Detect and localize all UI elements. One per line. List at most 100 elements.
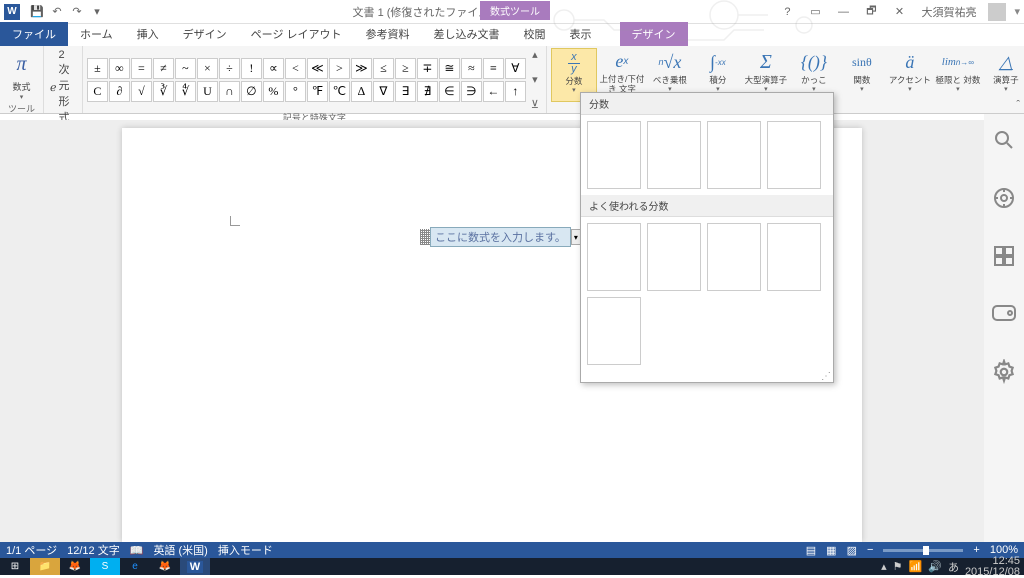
insert-mode[interactable]: 挿入モード <box>218 542 273 558</box>
symbol-button[interactable]: × <box>197 58 218 79</box>
language[interactable]: 英語 (米国) <box>153 542 207 558</box>
maximize-icon[interactable]: 🗗 <box>861 3 881 21</box>
minimize-icon[interactable]: — <box>833 3 853 21</box>
redo-icon[interactable]: ↷ <box>70 5 84 19</box>
tab-view[interactable]: 表示 <box>558 22 604 46</box>
symbol-button[interactable]: ± <box>87 58 108 79</box>
zoom-in-icon[interactable]: + <box>973 544 979 556</box>
fraction-template[interactable] <box>587 121 641 189</box>
tray-up-icon[interactable]: ▴ <box>881 560 887 573</box>
symbol-button[interactable]: ≫ <box>351 58 372 79</box>
symbol-button[interactable]: ∆ <box>351 81 372 102</box>
symbol-button[interactable]: ∇ <box>373 81 394 102</box>
tab-mailings[interactable]: 差し込み文書 <box>422 22 512 46</box>
fraction-template[interactable] <box>647 223 701 291</box>
tab-file[interactable]: ファイル <box>0 22 68 46</box>
symbol-button[interactable]: ↑ <box>505 81 526 102</box>
clock-date[interactable]: 2015/12/08 <box>965 566 1020 578</box>
tab-home[interactable]: ホーム <box>68 22 125 46</box>
qat-more-icon[interactable]: ▾ <box>90 5 104 19</box>
gallery-resize-icon[interactable]: ⋰ <box>581 371 833 382</box>
symbol-button[interactable]: ~ <box>175 58 196 79</box>
symbol-button[interactable]: ℃ <box>329 81 350 102</box>
tray-volume-icon[interactable]: 🔊 <box>928 560 942 573</box>
taskbar-explorer[interactable]: 📁 <box>30 558 60 575</box>
fraction-template[interactable] <box>707 121 761 189</box>
tray-ime-icon[interactable]: あ <box>948 559 959 575</box>
symbol-button[interactable]: ÷ <box>219 58 240 79</box>
zoom-out-icon[interactable]: − <box>867 544 873 556</box>
symbol-button[interactable]: ∀ <box>505 58 526 79</box>
page-count[interactable]: 1/1 ページ <box>6 542 57 558</box>
symbol-button[interactable]: ∓ <box>417 58 438 79</box>
tray-flag-icon[interactable]: ⚑ <box>893 560 903 573</box>
tab-insert[interactable]: 挿入 <box>125 22 171 46</box>
symbol-button[interactable]: ≪ <box>307 58 328 79</box>
tray-network-icon[interactable]: 📶 <box>909 560 923 573</box>
settings-icon[interactable] <box>990 358 1018 386</box>
view-read-icon[interactable]: ▤ <box>806 544 816 557</box>
symbol-button[interactable]: ≡ <box>483 58 504 79</box>
symbol-button[interactable]: ∂ <box>109 81 130 102</box>
symbol-button[interactable]: ∛ <box>153 81 174 102</box>
symbols-more-icon[interactable]: ⊻ <box>531 98 539 111</box>
share-icon[interactable] <box>990 184 1018 212</box>
symbol-button[interactable]: ∄ <box>417 81 438 102</box>
start-button[interactable]: ⊞ <box>0 558 30 575</box>
taskbar-firefox2[interactable]: 🦊 <box>150 558 180 575</box>
fraction-template[interactable] <box>587 223 641 291</box>
symbol-button[interactable]: ≅ <box>439 58 460 79</box>
taskbar-word[interactable]: W <box>180 558 210 575</box>
symbol-button[interactable]: ! <box>241 58 262 79</box>
help-icon[interactable]: ? <box>777 3 797 21</box>
symbols-row-down-icon[interactable]: ▾ <box>532 73 538 86</box>
fraction-template[interactable] <box>647 121 701 189</box>
user-menu-icon[interactable]: ▾ <box>1014 5 1020 18</box>
symbol-button[interactable]: ∃ <box>395 81 416 102</box>
symbol-button[interactable]: ∞ <box>109 58 130 79</box>
spellcheck-icon[interactable]: 📖 <box>130 544 144 557</box>
device-icon[interactable] <box>990 300 1018 328</box>
symbol-button[interactable]: ∝ <box>263 58 284 79</box>
equation-move-handle[interactable] <box>420 229 430 245</box>
undo-icon[interactable]: ↶ <box>50 5 64 19</box>
equation-button[interactable]: π数式▾ <box>4 48 39 102</box>
limit-button[interactable]: limn→∞極限と 対数▾ <box>935 48 981 102</box>
tab-layout[interactable]: ページ レイアウト <box>239 22 354 46</box>
symbol-button[interactable]: < <box>285 58 306 79</box>
symbol-button[interactable]: U <box>197 81 218 102</box>
tab-design0[interactable]: デザイン <box>171 22 239 46</box>
fraction-template[interactable] <box>767 121 821 189</box>
symbol-button[interactable]: ≠ <box>153 58 174 79</box>
user-name[interactable]: 大須賀祐亮 <box>917 4 980 20</box>
fraction-template[interactable] <box>767 223 821 291</box>
taskbar-firefox[interactable]: 🦊 <box>60 558 90 575</box>
symbol-button[interactable]: ≈ <box>461 58 482 79</box>
symbol-button[interactable]: ∋ <box>461 81 482 102</box>
fraction-template[interactable] <box>707 223 761 291</box>
close-icon[interactable]: ✕ <box>889 3 909 21</box>
symbol-button[interactable]: √ <box>131 81 152 102</box>
symbol-button[interactable]: ∩ <box>219 81 240 102</box>
equation-placeholder[interactable]: ここに数式を入力します。 <box>430 227 571 247</box>
taskbar-ie[interactable]: e <box>120 558 150 575</box>
symbol-button[interactable]: ∜ <box>175 81 196 102</box>
tab-review[interactable]: 校閲 <box>512 22 558 46</box>
symbol-button[interactable]: ∈ <box>439 81 460 102</box>
symbol-button[interactable]: ≥ <box>395 58 416 79</box>
symbol-button[interactable]: = <box>131 58 152 79</box>
symbol-button[interactable]: ← <box>483 81 504 102</box>
save-icon[interactable]: 💾 <box>30 5 44 19</box>
view-print-icon[interactable]: ▦ <box>826 544 836 557</box>
tab-equation-design[interactable]: デザイン <box>620 22 688 46</box>
symbol-button[interactable]: C <box>87 81 108 102</box>
accent-button[interactable]: äアクセント▾ <box>887 48 933 102</box>
zoom-slider[interactable] <box>883 549 963 552</box>
symbol-button[interactable]: ℉ <box>307 81 328 102</box>
symbol-button[interactable]: % <box>263 81 284 102</box>
collapse-ribbon-icon[interactable]: ˆ <box>1016 99 1020 111</box>
professional-format-button[interactable]: ℯ2 次元形式 <box>48 48 78 126</box>
operator-button[interactable]: △演算子▾ <box>983 48 1024 102</box>
apps-icon[interactable] <box>990 242 1018 270</box>
find-icon[interactable] <box>990 126 1018 154</box>
